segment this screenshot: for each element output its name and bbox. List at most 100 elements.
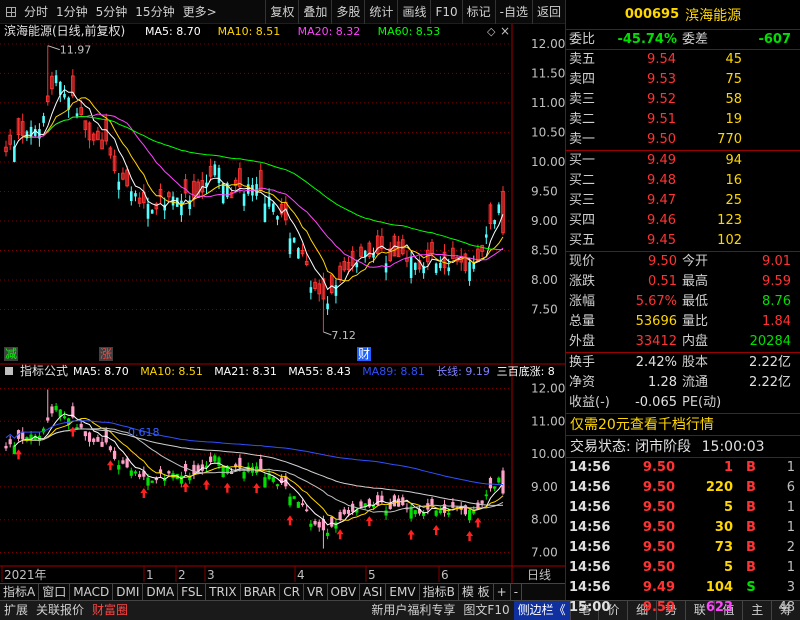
sub-candle-body [288, 496, 292, 506]
main-price-tick: 8.00 [531, 273, 558, 287]
f10-link[interactable]: 图文F10 [459, 601, 513, 620]
sub-candle-body [87, 432, 92, 442]
stat-label: 总量 [569, 314, 596, 329]
indicator-tab-7[interactable]: BRAR [241, 584, 281, 600]
asks-price: 9.50 [647, 132, 676, 147]
asks-row: 卖一 9.50 770 [566, 130, 800, 150]
bid-book: 买一 9.49 94 买二 9.48 16 买三 9.47 25 买四 9.46 123 买五 9.45 1… [566, 151, 800, 252]
expand-button[interactable]: 扩展 [0, 601, 32, 620]
indicator-tab-2[interactable]: MACD [70, 584, 114, 600]
indicator-tab-5[interactable]: FSL [178, 584, 207, 600]
fund-label: PE(动) [682, 395, 722, 410]
indicator-tab-6[interactable]: TRIX [206, 584, 241, 600]
period-tab-2[interactable]: 5分钟 [92, 0, 132, 24]
sub-candle-body [146, 477, 150, 486]
bids-label: 买四 [569, 213, 596, 228]
sub-candle-body [242, 471, 246, 479]
marker-finance: 财 [358, 347, 370, 361]
related-quote-button[interactable]: 关联报价 [32, 601, 88, 620]
asks-label: 卖一 [569, 132, 596, 147]
main-candle-body [497, 204, 501, 214]
sub-candle-body [342, 509, 346, 515]
indicator-tab-13[interactable]: 指标B [420, 584, 459, 600]
toolbar-btn-2[interactable]: 多股 [331, 0, 364, 24]
tick-price: 9.50 [642, 540, 675, 555]
main-price-tick: 7.50 [531, 302, 558, 316]
main-candle-body [13, 146, 16, 162]
toolbar-btn-7[interactable]: -自选 [494, 0, 532, 24]
bids-volume: 102 [717, 233, 742, 248]
period-tab-4[interactable]: 更多> [179, 0, 221, 24]
stat-label: 内盘 [682, 334, 709, 349]
toolbar-btn-8[interactable]: 返回 [531, 0, 565, 24]
toolbar-btn-3[interactable]: 统计 [364, 0, 397, 24]
bids-label: 买三 [569, 193, 596, 208]
kline-chart[interactable]: 12.00 11.50 11.00 10.50 10.00 9.50 9.00 8.50 8.0… [0, 23, 565, 584]
sub-ma-legend: MA21: 8.31 [214, 365, 277, 378]
sub-candle-body [54, 405, 58, 411]
main-candle-body [297, 248, 300, 259]
stat-value: 1.84 [762, 314, 791, 329]
indicator-tab-9[interactable]: VR [304, 584, 328, 600]
grid-menu-icon[interactable] [6, 6, 16, 17]
sub-candle-body [338, 512, 342, 520]
tick-count: 48 [778, 600, 795, 615]
period-tab-3[interactable]: 15分钟 [131, 0, 178, 24]
indicator-tab-1[interactable]: 窗口 [39, 584, 71, 600]
stat-value: 8.76 [762, 294, 791, 309]
indicator-tab-12[interactable]: EMV [386, 584, 420, 600]
sub-price-tick: 11.00 [531, 414, 565, 428]
chart-area[interactable]: 12.00 11.50 11.00 10.50 10.00 9.50 9.00 8.50 8.0… [0, 23, 565, 584]
sub-candle-body [317, 521, 321, 528]
fund-value: 2.22亿 [749, 375, 791, 390]
stat-label: 今开 [682, 254, 709, 269]
main-candles [4, 45, 505, 332]
tick-volume: 623 [705, 600, 733, 615]
buy-arrow [286, 515, 294, 526]
main-candle-body [447, 267, 451, 272]
wealth-circle-button[interactable]: 财富圈 [88, 601, 132, 620]
indicator-tab-10[interactable]: OBV [328, 584, 361, 600]
new-user-welfare-link[interactable]: 新用户福利专享 [367, 601, 459, 620]
sidebar-toggle[interactable]: 侧边栏《 [513, 601, 570, 620]
tick-count: 3 [786, 580, 795, 595]
stat-row: 涨幅 5.67% 最低 8.76 [566, 292, 800, 312]
buy-arrow [202, 479, 210, 490]
tick-row: 14:56 9.50 5 B 1 [566, 498, 800, 518]
sub-candle-body [4, 445, 8, 449]
tick-list[interactable]: 14:56 9.50 1 B 1 14:56 9.50 220 B 6 14:56 9.50 5 B 1 14… [566, 458, 800, 618]
tick-side [736, 598, 766, 618]
period-tab-0[interactable]: 分时 [20, 0, 52, 24]
main-candle-body [413, 262, 417, 270]
indicator-tab-3[interactable]: DMI [113, 584, 144, 600]
toolbar-btn-5[interactable]: F10 [430, 0, 461, 24]
tick-count: 1 [786, 460, 795, 475]
main-candle-body [493, 220, 496, 225]
buy-arrow [336, 529, 344, 540]
main-candle-body [146, 204, 150, 219]
sub-candle-body [192, 464, 196, 475]
indicator-tab-4[interactable]: DMA [143, 584, 179, 600]
main-candle-body [150, 209, 154, 214]
tick-price: 9.50 [642, 600, 675, 615]
level2-promo[interactable]: 仅需20元查看千档行情 [566, 414, 800, 436]
tick-row: 14:56 9.50 30 B 1 [566, 518, 800, 538]
tick-side: S [746, 580, 756, 595]
sub-ma55-line [47, 428, 504, 506]
toolbar-btn-0[interactable]: 复权 [265, 0, 298, 24]
toolbar-btn-6[interactable]: 标记 [461, 0, 495, 24]
main-chart-title: 滨海能源(日线,前复权) [4, 24, 125, 38]
sub-candle-body [447, 512, 451, 515]
toolbar-btn-1[interactable]: 叠加 [298, 0, 331, 24]
period-tab-1[interactable]: 1分钟 [52, 0, 92, 24]
indicator-tab-11[interactable]: ASI [360, 584, 387, 600]
fund-value: 2.22亿 [749, 355, 791, 370]
indicator-tab-16[interactable]: - [511, 584, 523, 600]
indicator-tab-0[interactable]: 指标A [0, 584, 40, 600]
tick-volume: 30 [714, 520, 733, 535]
sub-candle-body [451, 502, 455, 508]
indicator-tab-14[interactable]: 模 板 [459, 584, 494, 600]
indicator-tab-8[interactable]: CR [280, 584, 304, 600]
toolbar-btn-4[interactable]: 画线 [397, 0, 430, 24]
indicator-tab-15[interactable]: + [494, 584, 511, 600]
